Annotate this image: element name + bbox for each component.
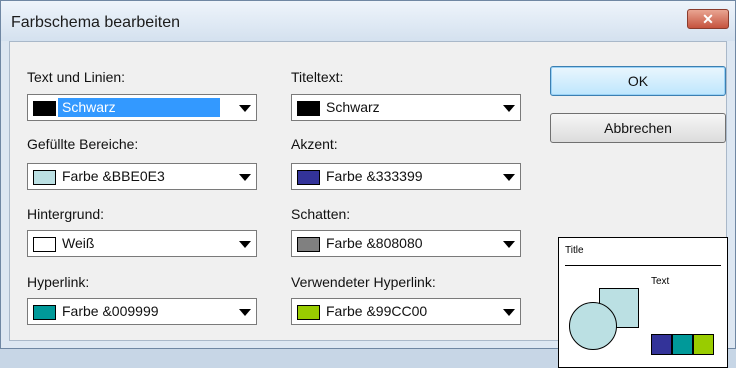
chevron-down-icon[interactable] (234, 164, 256, 189)
dropdown-value: Weiß (62, 235, 95, 251)
color-swatch (297, 305, 320, 320)
background-dropdown[interactable]: Weiß (27, 230, 257, 257)
dropdown-value: Schwarz (326, 99, 380, 115)
filled-areas-label: Gefüllte Bereiche: (27, 136, 139, 152)
accent-label: Akzent: (291, 136, 338, 152)
shadow-label: Schatten: (291, 206, 351, 222)
chevron-down-icon[interactable] (498, 231, 520, 256)
preview-visited-hyperlink-square (693, 334, 714, 355)
color-swatch (297, 101, 320, 116)
dropdown-value: Farbe &009999 (62, 303, 159, 319)
color-swatch (33, 305, 56, 320)
edit-color-scheme-dialog: Farbschema bearbeiten ✕ Text und Linien:… (0, 0, 736, 368)
dropdown-value: Schwarz (58, 98, 220, 117)
cancel-button[interactable]: Abbrechen (550, 113, 726, 143)
dropdown-value: Farbe &99CC00 (326, 303, 428, 319)
chevron-down-icon[interactable] (498, 164, 520, 189)
title-text-label: Titeltext: (291, 69, 344, 85)
color-swatch (33, 101, 56, 116)
color-scheme-preview: Title Text (558, 237, 728, 368)
title-text-dropdown[interactable]: Schwarz (291, 94, 521, 121)
color-swatch (33, 237, 56, 252)
visited-hyperlink-label: Verwendeter Hyperlink: (291, 274, 436, 290)
chevron-down-icon[interactable] (234, 231, 256, 256)
hyperlink-label: Hyperlink: (27, 274, 90, 290)
chevron-down-icon[interactable] (234, 95, 256, 120)
chevron-down-icon[interactable] (498, 95, 520, 120)
preview-accent-square (651, 334, 672, 355)
chevron-down-icon[interactable] (234, 299, 256, 324)
ok-button[interactable]: OK (550, 66, 726, 96)
preview-circle (569, 302, 617, 350)
dropdown-value: Farbe &BBE0E3 (62, 168, 165, 184)
dropdown-value: Farbe &808080 (326, 235, 423, 251)
chevron-down-icon[interactable] (498, 299, 520, 324)
close-button[interactable]: ✕ (687, 9, 729, 29)
hyperlink-dropdown[interactable]: Farbe &009999 (27, 298, 257, 325)
preview-hyperlink-square (672, 334, 693, 355)
color-swatch (297, 170, 320, 185)
color-swatch (297, 237, 320, 252)
filled-areas-dropdown[interactable]: Farbe &BBE0E3 (27, 163, 257, 190)
preview-text: Text (651, 276, 670, 287)
text-lines-dropdown[interactable]: Schwarz (27, 94, 257, 121)
dialog-title: Farbschema bearbeiten (11, 14, 180, 31)
accent-dropdown[interactable]: Farbe &333399 (291, 163, 521, 190)
preview-divider (565, 265, 721, 266)
color-swatch (33, 170, 56, 185)
dialog-body: Text und Linien: Schwarz Gefüllte Bereic… (9, 41, 728, 368)
dropdown-value: Farbe &333399 (326, 168, 423, 184)
preview-title: Title (565, 245, 584, 256)
visited-hyperlink-dropdown[interactable]: Farbe &99CC00 (291, 298, 521, 325)
background-label: Hintergrund: (27, 206, 105, 222)
title-bar: Farbschema bearbeiten ✕ (1, 1, 735, 41)
text-lines-label: Text und Linien: (27, 69, 126, 85)
close-icon: ✕ (702, 11, 714, 27)
shadow-dropdown[interactable]: Farbe &808080 (291, 230, 521, 257)
